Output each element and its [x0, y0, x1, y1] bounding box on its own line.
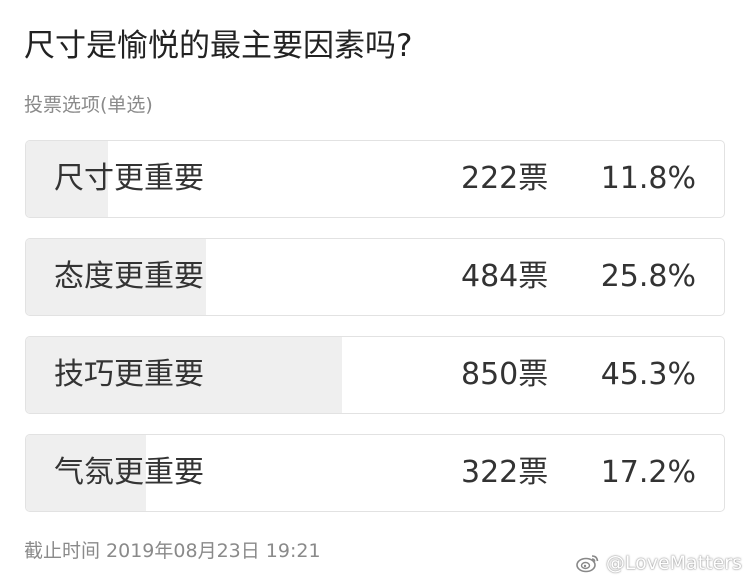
- poll-option-atmosphere[interactable]: 气氛更重要 322票 17.2%: [25, 434, 725, 512]
- poll-option-attitude[interactable]: 态度更重要 484票 25.8%: [25, 238, 725, 316]
- option-votes: 484票: [461, 259, 549, 294]
- poll-subtitle: 投票选项(单选): [24, 94, 153, 116]
- option-votes: 222票: [461, 161, 549, 196]
- option-percent: 17.2%: [600, 455, 696, 490]
- poll-option-skill[interactable]: 技巧更重要 850票 45.3%: [25, 336, 725, 414]
- option-percent: 11.8%: [600, 161, 696, 196]
- option-label: 气氛更重要: [54, 455, 204, 490]
- option-votes: 322票: [461, 455, 549, 490]
- watermark-text: @LoveMatters: [605, 552, 742, 574]
- option-label: 尺寸更重要: [54, 161, 204, 196]
- option-label: 态度更重要: [54, 259, 204, 294]
- option-percent: 45.3%: [600, 357, 696, 392]
- poll-options: 尺寸更重要 222票 11.8% 态度更重要 484票 25.8% 技巧更重要 …: [25, 140, 725, 532]
- poll-title: 尺寸是愉悦的最主要因素吗?: [24, 28, 413, 64]
- watermark: @LoveMatters: [576, 552, 742, 574]
- option-label: 技巧更重要: [54, 357, 204, 392]
- poll-option-size[interactable]: 尺寸更重要 222票 11.8%: [25, 140, 725, 218]
- weibo-logo-icon: [576, 555, 599, 573]
- option-percent: 25.8%: [600, 259, 696, 294]
- poll-deadline: 截止时间 2019年08月23日 19:21: [24, 540, 321, 562]
- option-votes: 850票: [461, 357, 549, 392]
